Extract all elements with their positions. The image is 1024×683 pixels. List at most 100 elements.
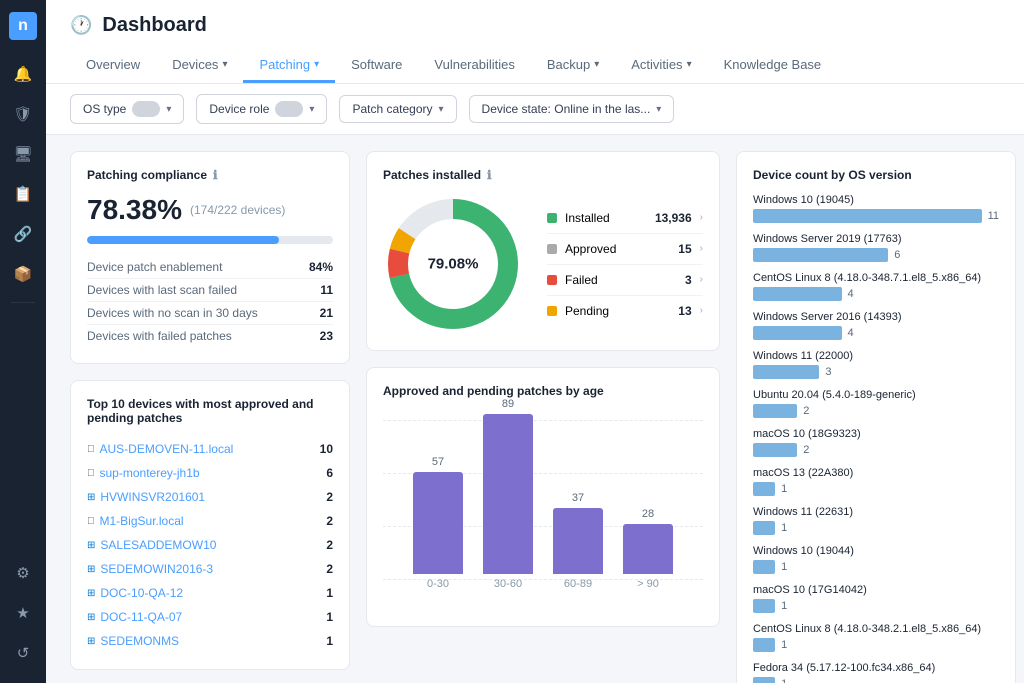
- device-row-6: ⊞ SEDEMOWIN2016-3 2: [87, 557, 333, 581]
- legend-row-installed: Installed 13,936 ›: [547, 203, 703, 234]
- filter-device-role[interactable]: Device role ▾: [196, 94, 327, 124]
- os-bar-6: [753, 443, 797, 457]
- device-link-4[interactable]:  M1-BigSur.local: [87, 514, 184, 528]
- approved-arrow[interactable]: ›: [700, 243, 703, 254]
- sidebar-icon-bell[interactable]: 🔔: [5, 56, 41, 92]
- device-row-7: ⊞ DOC-10-QA-12 1: [87, 581, 333, 605]
- tab-backup[interactable]: Backup ▾: [531, 49, 615, 83]
- bar-chart-title: Approved and pending patches by age: [383, 384, 703, 398]
- patch-category-arrow: ▾: [439, 104, 444, 115]
- device-row-3: ⊞ HVWINSVR201601 2: [87, 485, 333, 509]
- stat-row-failed-patches: Devices with failed patches 23: [87, 325, 333, 347]
- pending-arrow[interactable]: ›: [700, 305, 703, 316]
- bar-6089[interactable]: [553, 508, 603, 574]
- os-version-title: Device count by OS version: [753, 168, 999, 182]
- compliance-bar: [87, 236, 279, 244]
- device-role-toggle[interactable]: [275, 101, 303, 117]
- bar-90[interactable]: [623, 524, 673, 574]
- stat-row-enablement: Device patch enablement 84%: [87, 256, 333, 279]
- os-row-9: Windows 10 (19044) 1: [753, 545, 999, 574]
- os-row-10: macOS 10 (17G14042) 1: [753, 584, 999, 613]
- tab-knowledge-base[interactable]: Knowledge Base: [708, 49, 838, 83]
- win-icon-3: ⊞: [87, 492, 95, 503]
- header: 🕐 Dashboard Overview Devices ▾ Patching …: [46, 0, 1024, 84]
- sidebar-logo: n: [9, 12, 37, 40]
- bar-chart-container: 57 0-30 89 30-60 37 60-89: [383, 410, 703, 610]
- win-icon-5: ⊞: [87, 540, 95, 551]
- patches-info-icon[interactable]: ℹ: [487, 168, 492, 182]
- bar-group-90: 28 > 90: [623, 508, 673, 590]
- device-link-1[interactable]:  AUS-DEMOVEN-11.local: [87, 442, 233, 456]
- device-link-2[interactable]:  sup-monterey-jh1b: [87, 466, 200, 480]
- legend-row-approved: Approved 15 ›: [547, 234, 703, 265]
- os-bar-3: [753, 326, 842, 340]
- tab-patching[interactable]: Patching ▾: [243, 49, 335, 83]
- sidebar-icon-clipboard[interactable]: 📋: [5, 176, 41, 212]
- os-bar-0: [753, 209, 982, 223]
- os-row-0: Windows 10 (19045) 11: [753, 194, 999, 223]
- device-link-6[interactable]: ⊞ SEDEMOWIN2016-3: [87, 562, 213, 576]
- sidebar-icon-monitor[interactable]: 🖥: [5, 136, 41, 172]
- os-row-4: Windows 11 (22000) 3: [753, 350, 999, 379]
- filter-device-state[interactable]: Device state: Online in the las... ▾: [469, 95, 675, 123]
- patching-tab-arrow: ▾: [314, 59, 319, 70]
- devices-tab-arrow: ▾: [222, 59, 227, 70]
- sidebar-icon-package[interactable]: 📦: [5, 256, 41, 292]
- os-row-12: Fedora 34 (5.17.12-100.fc34.x86_64) 1: [753, 662, 999, 683]
- compliance-card-title: Patching compliance ℹ: [87, 168, 333, 182]
- os-version-card: Device count by OS version Windows 10 (1…: [736, 151, 1016, 683]
- os-bar-1: [753, 248, 888, 262]
- device-row-2:  sup-monterey-jh1b 6: [87, 461, 333, 485]
- os-bar-12: [753, 677, 775, 683]
- page-title: Dashboard: [102, 14, 206, 37]
- device-row-9: ⊞ SEDEMONMS 1: [87, 629, 333, 653]
- activities-tab-arrow: ▾: [687, 59, 692, 70]
- sidebar-icon-gear[interactable]: ⚙: [5, 555, 41, 591]
- tab-software[interactable]: Software: [335, 49, 418, 83]
- win-icon-7: ⊞: [87, 588, 95, 599]
- filter-patch-category[interactable]: Patch category ▾: [339, 95, 456, 123]
- os-row-8: Windows 11 (22631) 1: [753, 506, 999, 535]
- sidebar-icon-shield[interactable]: 🛡: [5, 96, 41, 132]
- patches-card-title: Patches installed ℹ: [383, 168, 703, 182]
- failed-arrow[interactable]: ›: [700, 274, 703, 285]
- win-icon-9: ⊞: [87, 636, 95, 647]
- backup-tab-arrow: ▾: [594, 59, 599, 70]
- compliance-devices: (174/222 devices): [190, 203, 285, 217]
- os-type-toggle[interactable]: [132, 101, 160, 117]
- device-row-4:  M1-BigSur.local 2: [87, 509, 333, 533]
- device-row-5: ⊞ SALESADDEMOW10 2: [87, 533, 333, 557]
- legend-row-failed: Failed 3 ›: [547, 265, 703, 296]
- sidebar: n 🔔 🛡 🖥 📋 🔗 📦 ⚙ ★ ↺: [0, 0, 46, 683]
- sidebar-icon-link[interactable]: 🔗: [5, 216, 41, 252]
- sidebar-icon-star[interactable]: ★: [5, 595, 41, 631]
- os-bar-10: [753, 599, 775, 613]
- compliance-info-icon[interactable]: ℹ: [213, 168, 218, 182]
- device-link-5[interactable]: ⊞ SALESADDEMOW10: [87, 538, 216, 552]
- installed-arrow[interactable]: ›: [700, 212, 703, 223]
- device-link-9[interactable]: ⊞ SEDEMONMS: [87, 634, 179, 648]
- filter-os-type[interactable]: OS type ▾: [70, 94, 184, 124]
- tab-devices[interactable]: Devices ▾: [156, 49, 243, 83]
- os-bar-9: [753, 560, 775, 574]
- sidebar-icon-history[interactable]: ↺: [5, 635, 41, 671]
- os-bar-2: [753, 287, 842, 301]
- os-bar-4: [753, 365, 819, 379]
- os-row-7: macOS 13 (22A380) 1: [753, 467, 999, 496]
- device-link-7[interactable]: ⊞ DOC-10-QA-12: [87, 586, 183, 600]
- compliance-bar-container: [87, 236, 333, 244]
- bar-group-030: 57 0-30: [413, 456, 463, 590]
- os-row-11: CentOS Linux 8 (4.18.0-348.2.1.el8_5.x86…: [753, 623, 999, 652]
- tab-activities[interactable]: Activities ▾: [615, 49, 707, 83]
- legend-row-pending: Pending 13 ›: [547, 296, 703, 326]
- device-link-8[interactable]: ⊞ DOC-11-QA-07: [87, 610, 182, 624]
- bar-030[interactable]: [413, 472, 463, 574]
- tab-overview[interactable]: Overview: [70, 49, 156, 83]
- header-title-row: 🕐 Dashboard: [70, 14, 1000, 37]
- pending-dot: [547, 306, 557, 316]
- device-link-3[interactable]: ⊞ HVWINSVR201601: [87, 490, 205, 504]
- bar-3060[interactable]: [483, 414, 533, 574]
- left-column: Patching compliance ℹ 78.38% (174/222 de…: [70, 151, 350, 683]
- mac-icon-1: : [87, 444, 95, 455]
- tab-vulnerabilities[interactable]: Vulnerabilities: [418, 49, 530, 83]
